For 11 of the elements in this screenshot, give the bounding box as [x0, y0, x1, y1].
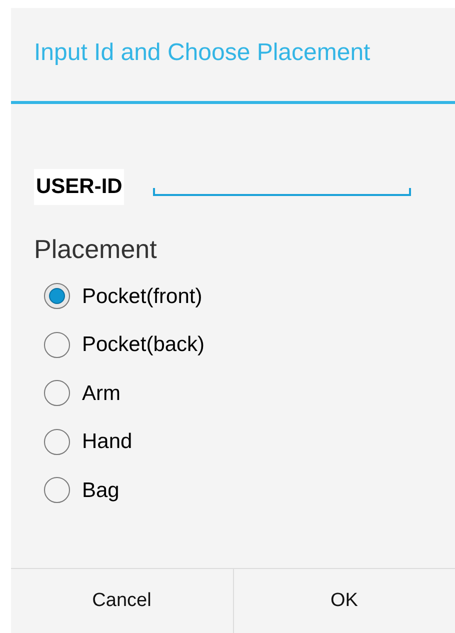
radio-option[interactable]: Pocket(back): [44, 320, 455, 369]
radio-option[interactable]: Pocket(front): [44, 272, 455, 320]
user-id-label: USER-ID: [34, 169, 124, 205]
user-id-field[interactable]: [153, 188, 412, 196]
placement-label: Placement: [34, 233, 158, 266]
dialog-button[interactable]: Cancel: [11, 569, 232, 633]
dialog-title: Input Id and Choose Placement: [34, 38, 370, 68]
dialog-button[interactable]: OK: [232, 569, 455, 633]
radio-option[interactable]: Hand: [44, 418, 455, 466]
radio-option[interactable]: Bag: [44, 466, 455, 514]
radio-option[interactable]: Arm: [44, 369, 455, 418]
